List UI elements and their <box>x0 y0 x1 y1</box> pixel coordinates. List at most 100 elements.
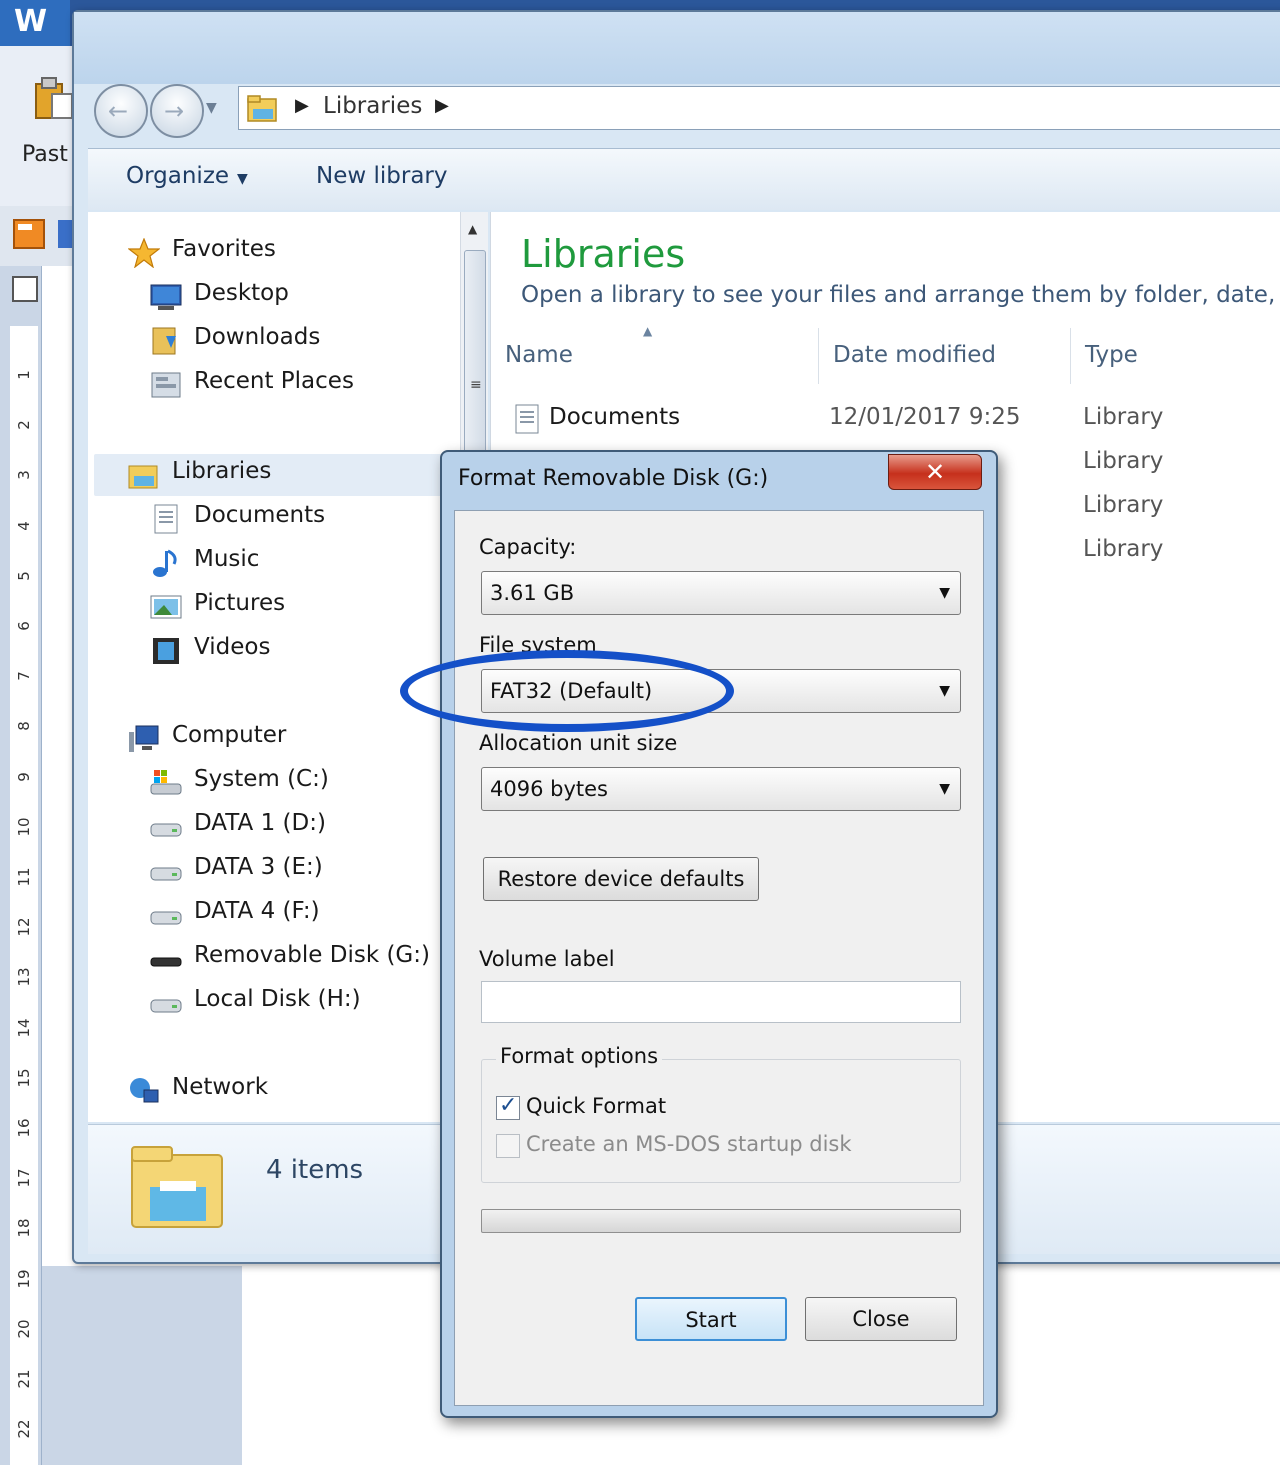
chevron-down-icon: ▼ <box>939 585 950 601</box>
nav-recent-places-label: Recent Places <box>194 368 354 394</box>
allocation-label: Allocation unit size <box>479 731 678 755</box>
nav-drive-h-label: Local Disk (H:) <box>194 986 361 1012</box>
breadcrumb-chevron-icon[interactable]: ▶ <box>435 95 449 116</box>
libraries-folder-icon <box>247 95 277 122</box>
item-name: Documents <box>549 404 681 430</box>
ruler-number: 21 <box>15 1369 33 1389</box>
documents-icon <box>154 504 178 534</box>
paste-label[interactable]: Past <box>22 142 68 167</box>
documents-library-icon <box>515 404 539 434</box>
libraries-icon <box>128 465 158 489</box>
nav-drive-f-label: DATA 4 (F:) <box>194 898 320 924</box>
nav-drive-e-label: DATA 3 (E:) <box>194 854 323 880</box>
nav-videos-label: Videos <box>194 634 271 660</box>
command-bar: Organize ▼ New library <box>88 148 1280 210</box>
item-type: Library <box>1083 448 1164 474</box>
ruler-track <box>10 326 38 1466</box>
allocation-value: 4096 bytes <box>490 777 608 801</box>
quick-format-label[interactable]: Quick Format <box>526 1094 666 1118</box>
hard-drive-icon <box>150 911 182 925</box>
ruler-number: 10 <box>15 817 33 837</box>
hard-drive-icon <box>150 999 182 1013</box>
close-icon: ✕ <box>924 458 946 486</box>
nav-drive-c-label: System (C:) <box>194 766 329 792</box>
forward-arrow-icon: → <box>164 97 185 125</box>
videos-icon <box>153 638 179 664</box>
column-header-date[interactable]: Date modified <box>819 328 1071 384</box>
ruler-number: 18 <box>15 1218 33 1238</box>
column-header-type[interactable]: Type <box>1071 328 1280 384</box>
removable-disk-icon <box>150 957 182 967</box>
dialog-close-button[interactable]: ✕ <box>888 454 982 490</box>
quick-style-icon[interactable] <box>12 216 48 252</box>
page-subtitle: Open a library to see your files and arr… <box>521 282 1280 308</box>
organize-menu[interactable]: Organize ▼ <box>126 163 248 189</box>
breadcrumb-libraries[interactable]: Libraries <box>323 93 422 119</box>
ruler-number: 14 <box>15 1018 33 1038</box>
vertical-ruler: 1 2 3 4 5 6 7 8 9 10 11 12 13 14 15 16 17 18 19 20 21 22 <box>0 266 42 1466</box>
forward-button[interactable]: → <box>150 84 204 138</box>
nav-drive-g-label: Removable Disk (G:) <box>194 942 430 968</box>
grip-icon: ≡ <box>470 377 482 393</box>
item-type: Library <box>1083 492 1164 518</box>
column-date-label: Date modified <box>833 342 996 368</box>
item-type: Library <box>1083 404 1164 430</box>
capacity-value: 3.61 GB <box>490 581 575 605</box>
hard-drive-icon <box>150 867 182 881</box>
list-item[interactable]: Documents 12/01/2017 9:25 Library <box>491 396 1280 440</box>
item-date: 12/01/2017 9:25 <box>829 404 1021 430</box>
ruler-number: 7 <box>15 671 33 681</box>
allocation-select[interactable]: 4096 bytes ▼ <box>481 767 961 811</box>
format-dialog: Format Removable Disk (G:) ✕ Capacity: 3… <box>440 450 998 1418</box>
ruler-number: 16 <box>15 1118 33 1138</box>
nav-desktop-label: Desktop <box>194 280 289 306</box>
star-icon <box>128 238 160 268</box>
ruler-number: 22 <box>15 1419 33 1439</box>
recent-pages-dropdown-icon[interactable]: ▼ <box>206 100 217 116</box>
word-logo-letter: W <box>14 4 48 39</box>
word-logo: W <box>0 0 70 46</box>
paste-icon[interactable] <box>34 76 74 120</box>
explorer-title-bar <box>74 12 1280 84</box>
tab-selector-icon[interactable] <box>12 276 38 302</box>
capacity-select[interactable]: 3.61 GB ▼ <box>481 571 961 615</box>
page-title: Libraries <box>521 232 686 276</box>
close-button[interactable]: Close <box>805 1297 957 1341</box>
dialog-title: Format Removable Disk (G:) <box>458 466 769 491</box>
word-margin <box>42 1266 242 1465</box>
network-icon <box>130 1078 159 1103</box>
recent-places-icon <box>151 372 181 398</box>
address-bar[interactable]: ▶ Libraries ▶ <box>238 86 1280 130</box>
new-library-button[interactable]: New library <box>316 163 447 189</box>
quick-format-checkbox[interactable]: ✓ <box>496 1093 520 1120</box>
libraries-large-icon <box>131 1146 223 1228</box>
chevron-down-icon: ▼ <box>237 171 248 187</box>
ruler-number: 13 <box>15 967 33 987</box>
nav-computer-label: Computer <box>172 722 287 748</box>
highlight-annotation <box>400 650 734 732</box>
start-button[interactable]: Start <box>635 1297 787 1341</box>
msdos-startup-label: Create an MS-DOS startup disk <box>526 1132 852 1156</box>
back-button[interactable]: ← <box>94 84 148 138</box>
word-quick-access <box>0 206 80 266</box>
ruler-number: 4 <box>15 520 33 531</box>
ruler-number: 8 <box>15 721 33 732</box>
nav-music-label: Music <box>194 546 260 572</box>
column-header-name[interactable]: Name <box>491 328 819 384</box>
ruler-number: 19 <box>15 1269 33 1289</box>
pictures-icon <box>150 595 182 619</box>
downloads-icon <box>152 327 176 355</box>
ruler-number: 5 <box>15 571 33 581</box>
volume-label-input[interactable] <box>481 981 961 1023</box>
ruler-number: 15 <box>15 1068 33 1088</box>
scroll-up-arrow-icon[interactable]: ▲ <box>468 222 477 236</box>
format-options-legend: Format options <box>496 1044 663 1068</box>
breadcrumb-chevron-icon[interactable]: ▶ <box>295 95 309 116</box>
column-type-label: Type <box>1085 342 1138 368</box>
computer-icon <box>129 725 159 752</box>
format-progress-bar <box>481 1209 961 1233</box>
restore-defaults-button[interactable]: Restore device defaults <box>483 857 759 901</box>
organize-label: Organize <box>126 163 230 189</box>
desktop-icon <box>150 284 182 310</box>
ruler-number: 12 <box>15 917 33 937</box>
